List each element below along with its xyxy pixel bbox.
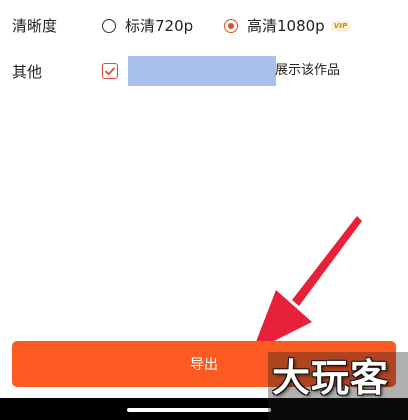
checkmark-icon: [105, 67, 115, 75]
vip-badge: VIP: [330, 21, 351, 31]
resolution-option-1080p[interactable]: 高清1080p VIP: [224, 16, 351, 36]
home-indicator[interactable]: [127, 408, 271, 412]
resolution-label: 清晰度: [12, 17, 58, 35]
radio-dot: [228, 23, 234, 29]
resolution-option-720p-label: 标清720p: [125, 17, 194, 35]
radio-unchecked-icon: [102, 19, 116, 33]
resolution-row: 清晰度 标清720p 高清1080p VIP: [0, 6, 408, 46]
resolution-option-1080p-label: 高清1080p: [247, 17, 325, 35]
other-label: 其他: [12, 63, 43, 81]
other-option-text: 展示该作品: [275, 63, 341, 78]
other-checkbox[interactable]: [102, 63, 118, 79]
radio-checked-icon: [224, 19, 238, 33]
export-button-label: 导出: [190, 357, 218, 373]
watermark-logo: 大玩客: [272, 356, 390, 400]
redacted-region: [128, 56, 276, 86]
resolution-option-720p[interactable]: 标清720p: [102, 16, 193, 36]
